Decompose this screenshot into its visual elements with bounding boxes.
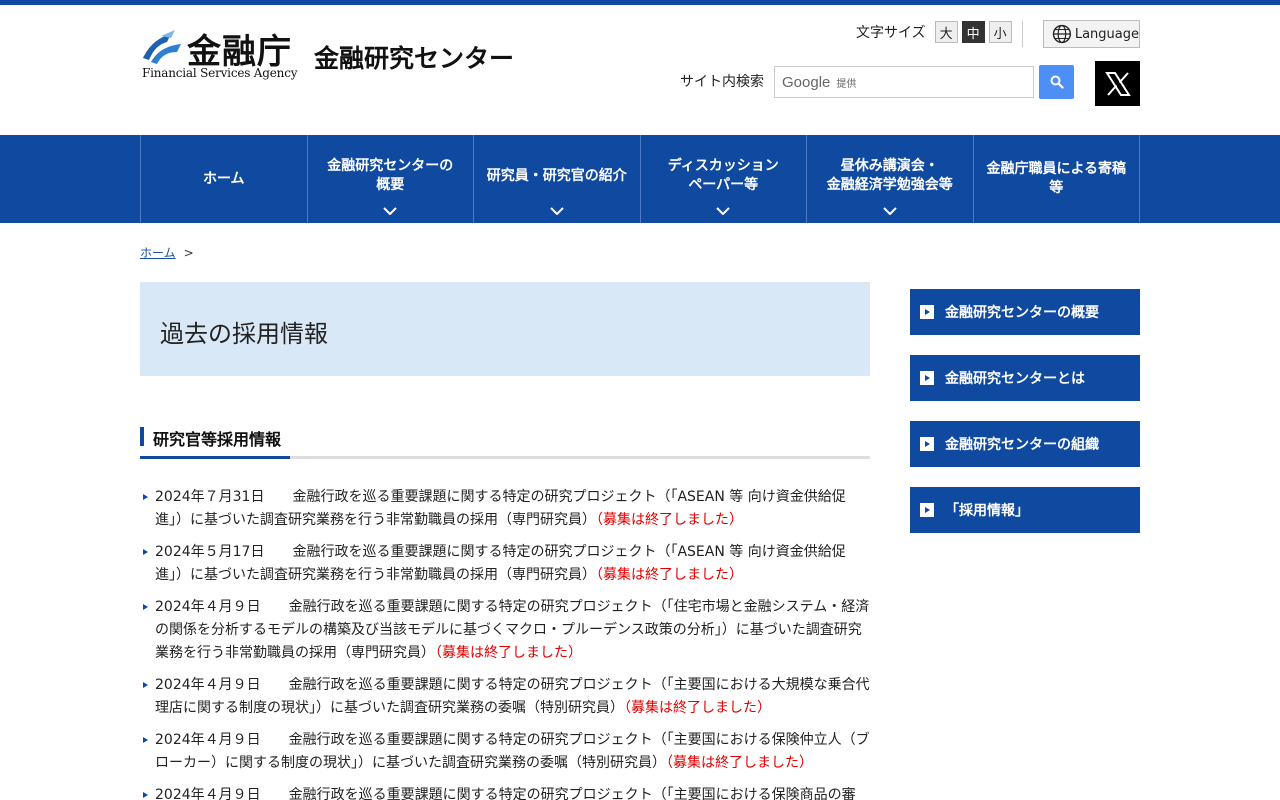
font-size-label: 文字サイズ — [856, 25, 926, 41]
list-item[interactable]: 2024年５月17日 金融行政を巡る重要課題に関する特定の研究プロジェクト（「AS… — [140, 541, 872, 587]
list-item[interactable]: 2024年４月９日 金融行政を巡る重要課題に関する特定の研究プロジェクト（「主要国… — [140, 729, 872, 775]
triangle-bullet-icon — [143, 604, 148, 610]
x-social-button[interactable] — [1095, 61, 1140, 106]
nav-item-label: 金融研究センターの 概要 — [327, 158, 454, 193]
nav-item-label: ディスカッション ペーパー等 — [667, 158, 779, 193]
triangle-bullet-icon — [143, 792, 148, 798]
arrow-box-icon — [920, 305, 934, 319]
side-nav-label: 金融研究センターの組織 — [945, 437, 1099, 453]
list-item[interactable]: 2024年４月９日 金融行政を巡る重要課題に関する特定の研究プロジェクト（「住宅市… — [140, 596, 872, 665]
news-date: 2024年４月９日 — [155, 599, 261, 615]
site-header: 金融庁 Financial Services Agency 金融研究センター 文… — [0, 5, 1280, 135]
news-date: 2024年４月９日 — [155, 677, 261, 693]
nav-item-label: 研究員・研究官の紹介 — [486, 167, 627, 184]
side-nav-item-recruitment[interactable]: 「採用情報」 — [910, 487, 1140, 533]
side-nav: 金融研究センターの概要 金融研究センターとは 金融研究センターの組織 「採用情報… — [910, 289, 1140, 553]
arrow-box-icon — [920, 437, 934, 451]
nav-item-contributions[interactable]: 金融庁職員による寄稿 等 — [974, 135, 1140, 223]
triangle-bullet-icon — [143, 682, 148, 688]
google-brand-text: Google — [782, 73, 831, 91]
news-status: （募集は終了しました） — [596, 567, 743, 583]
header-divider — [1022, 21, 1023, 47]
chevron-down-icon — [383, 207, 397, 215]
global-nav: ホーム 金融研究センターの 概要 研究員・研究官の紹介 ディスカッション ペーパ… — [0, 135, 1280, 223]
font-size-small-button[interactable]: 小 — [988, 21, 1012, 43]
section-heading: 研究官等採用情報 — [140, 425, 870, 459]
breadcrumb-home-link[interactable]: ホーム — [140, 246, 176, 260]
news-status: （募集は終了しました） — [435, 645, 582, 661]
logo-en-text: Financial Services Agency — [142, 66, 298, 80]
triangle-bullet-icon — [143, 737, 148, 743]
language-label: Language — [1074, 26, 1139, 42]
side-nav-item-about[interactable]: 金融研究センターとは — [910, 355, 1140, 401]
news-status: （募集は終了しました） — [596, 512, 743, 528]
font-size-medium-button[interactable]: 中 — [961, 21, 985, 43]
search-label: サイト内検索 — [680, 74, 764, 90]
section-heading-underline-accent — [140, 456, 290, 459]
nav-item-researchers[interactable]: 研究員・研究官の紹介 — [474, 135, 641, 223]
news-date: 2024年４月９日 — [155, 732, 261, 748]
triangle-bullet-icon — [143, 549, 148, 555]
x-logo-icon — [1104, 71, 1131, 96]
google-brand-suffix: 提供 — [836, 78, 857, 90]
list-item[interactable]: 2024年４月９日 金融行政を巡る重要課題に関する特定の研究プロジェクト（「主要国… — [140, 784, 872, 800]
arrow-box-icon — [920, 371, 934, 385]
nav-item-lectures[interactable]: 昼休み講演会・ 金融経済学勉強会等 — [807, 135, 974, 223]
chevron-down-icon — [883, 207, 897, 215]
site-name[interactable]: 金融研究センター — [314, 39, 514, 75]
side-nav-label: 「採用情報」 — [945, 503, 1029, 519]
nav-item-discussion-papers[interactable]: ディスカッション ペーパー等 — [641, 135, 807, 223]
font-size-large-button[interactable]: 大 — [934, 21, 958, 43]
search-input[interactable]: Google 提供 — [774, 66, 1034, 98]
fsa-logo[interactable]: 金融庁 Financial Services Agency — [141, 26, 311, 86]
nav-item-label: 金融庁職員による寄稿 等 — [986, 161, 1127, 196]
news-date: 2024年５月17日 — [155, 544, 265, 560]
side-nav-label: 金融研究センターの概要 — [945, 305, 1099, 321]
breadcrumb-separator: > — [183, 246, 194, 260]
fsa-logo-mark-icon — [143, 30, 181, 64]
news-date: 2024年４月９日 — [155, 787, 261, 800]
search-icon — [1050, 75, 1064, 89]
news-date: 2024年７月31日 — [155, 489, 265, 505]
news-status: （募集は終了しました） — [624, 700, 771, 716]
chevron-down-icon — [550, 207, 564, 215]
side-nav-item-overview[interactable]: 金融研究センターの概要 — [910, 289, 1140, 335]
nav-item-overview[interactable]: 金融研究センターの 概要 — [308, 135, 474, 223]
nav-item-label: 昼休み講演会・ 金融経済学勉強会等 — [826, 158, 953, 193]
nav-item-home[interactable]: ホーム — [141, 135, 308, 223]
nav-item-label: ホーム — [202, 170, 245, 187]
side-nav-item-organization[interactable]: 金融研究センターの組織 — [910, 421, 1140, 467]
list-item[interactable]: 2024年７月31日 金融行政を巡る重要課題に関する特定の研究プロジェクト（「AS… — [140, 486, 872, 532]
side-nav-label: 金融研究センターとは — [945, 371, 1085, 387]
list-item[interactable]: 2024年４月９日 金融行政を巡る重要課題に関する特定の研究プロジェクト（「主要国… — [140, 674, 872, 720]
font-size-switcher: 文字サイズ 大 中 小 — [856, 21, 1012, 43]
recruitment-news-list: 2024年７月31日 金融行政を巡る重要課題に関する特定の研究プロジェクト（「AS… — [140, 486, 872, 800]
news-status: （募集は終了しました） — [666, 755, 813, 771]
triangle-bullet-icon — [143, 494, 148, 500]
page-title-box: 過去の採用情報 — [140, 282, 870, 376]
arrow-box-icon — [920, 503, 934, 517]
section-heading-accent — [140, 427, 144, 446]
search-button[interactable] — [1039, 65, 1074, 99]
globe-icon — [1052, 24, 1072, 44]
breadcrumb: ホーム > — [140, 244, 194, 261]
language-button[interactable]: Language — [1043, 20, 1140, 48]
news-text[interactable]: 金融行政を巡る重要課題に関する特定の研究プロジェクト（「主要国における保険商品の… — [289, 787, 856, 800]
page-title: 過去の採用情報 — [160, 320, 328, 348]
section-heading-text: 研究官等採用情報 — [153, 430, 282, 449]
chevron-down-icon — [716, 207, 730, 215]
